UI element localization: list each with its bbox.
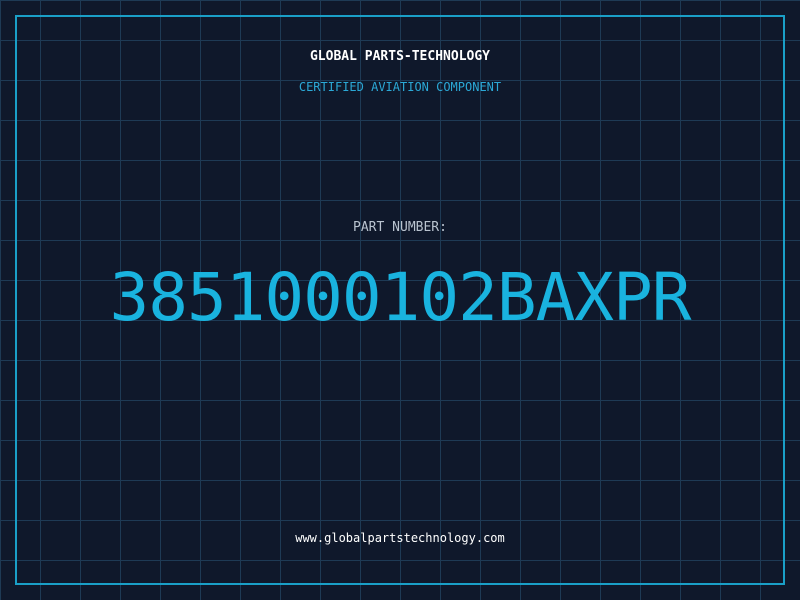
part-number-value: 3851000102BAXPR [109,259,691,336]
website-url: www.globalpartstechnology.com [295,531,505,545]
part-number-label: PART NUMBER: [353,220,447,235]
company-name: GLOBAL PARTS-TECHNOLOGY [309,49,490,64]
part-card: GLOBAL PARTS-TECHNOLOGY CERTIFIED AVIATI… [0,0,800,600]
tagline: CERTIFIED AVIATION COMPONENT [298,80,502,94]
